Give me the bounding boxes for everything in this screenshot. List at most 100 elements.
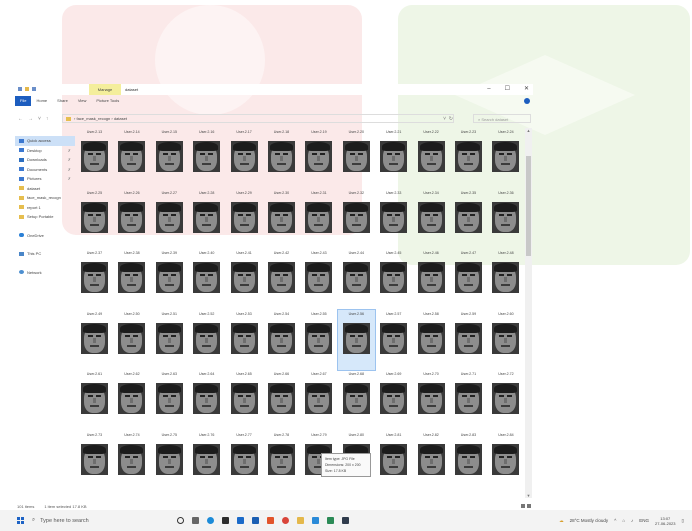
- file-thumbnail[interactable]: User.2.71: [450, 370, 487, 430]
- file-thumbnail[interactable]: [413, 491, 450, 500]
- nav-desktop[interactable]: Desktop ✗: [15, 146, 75, 156]
- breadcrumb-face-mask[interactable]: face_mask_recogn: [76, 116, 110, 121]
- up-arrow-icon[interactable]: ↑: [46, 116, 49, 122]
- file-thumbnail[interactable]: User.2.14: [113, 128, 150, 188]
- task-view-icon[interactable]: [192, 517, 199, 524]
- file-thumbnail[interactable]: User.2.59: [450, 310, 487, 370]
- file-thumbnail[interactable]: User.2.65: [226, 370, 263, 430]
- file-thumbnail[interactable]: User.2.18: [263, 128, 300, 188]
- vertical-scrollbar[interactable]: ▲ ▼: [525, 128, 532, 498]
- file-thumbnail[interactable]: [76, 491, 113, 500]
- file-thumbnail[interactable]: User.2.62: [113, 370, 150, 430]
- taskbar-search[interactable]: ⌕ Type here to search: [30, 514, 152, 527]
- file-thumbnail[interactable]: User.2.78: [263, 431, 300, 491]
- file-thumbnail[interactable]: User.2.38: [113, 249, 150, 309]
- file-thumbnail[interactable]: User.2.26: [113, 189, 150, 249]
- file-thumbnail[interactable]: User.2.35: [450, 189, 487, 249]
- nav-this-pc[interactable]: This PC: [15, 249, 75, 259]
- tab-view[interactable]: View: [73, 96, 92, 106]
- file-thumbnail[interactable]: [113, 491, 150, 500]
- file-thumbnail[interactable]: User.2.55: [300, 310, 337, 370]
- file-thumbnail[interactable]: User.2.75: [151, 431, 188, 491]
- file-thumbnail[interactable]: User.2.66: [263, 370, 300, 430]
- cortana-icon[interactable]: [177, 517, 184, 524]
- forward-arrow-icon[interactable]: →: [28, 116, 33, 122]
- file-thumbnail[interactable]: User.2.68: [338, 370, 375, 430]
- maximize-button[interactable]: ☐: [505, 84, 510, 95]
- tray-expand-icon[interactable]: ^: [614, 518, 616, 523]
- scrollbar-thumb[interactable]: [526, 156, 531, 256]
- explorer-icon[interactable]: [297, 517, 304, 524]
- file-thumbnail[interactable]: User.2.22: [413, 128, 450, 188]
- file-thumbnail[interactable]: User.2.64: [188, 370, 225, 430]
- file-thumbnail[interactable]: User.2.47: [450, 249, 487, 309]
- file-thumbnail[interactable]: User.2.52: [188, 310, 225, 370]
- qa-dropdown-icon[interactable]: [32, 87, 36, 91]
- file-thumbnail[interactable]: User.2.29: [226, 189, 263, 249]
- file-thumbnail[interactable]: User.2.74: [113, 431, 150, 491]
- file-thumbnail[interactable]: User.2.17: [226, 128, 263, 188]
- file-thumbnail[interactable]: User.2.70: [413, 370, 450, 430]
- file-thumbnail[interactable]: User.2.54: [263, 310, 300, 370]
- nav-face-mask[interactable]: face_mask_recogn: [15, 193, 75, 203]
- nav-quick-access[interactable]: Quick access: [15, 136, 75, 146]
- file-thumbnail[interactable]: User.2.76: [188, 431, 225, 491]
- file-thumbnail[interactable]: User.2.25: [76, 189, 113, 249]
- recent-dropdown-icon[interactable]: ˅: [38, 116, 41, 122]
- file-thumbnail[interactable]: User.2.61: [76, 370, 113, 430]
- edge-icon[interactable]: [207, 517, 214, 524]
- file-thumbnail[interactable]: User.2.60: [487, 310, 524, 370]
- nav-downloads[interactable]: Downloads ✗: [15, 155, 75, 165]
- app-icon[interactable]: [327, 517, 334, 524]
- file-thumbnail[interactable]: User.2.72: [487, 370, 524, 430]
- file-thumbnail[interactable]: User.2.67: [300, 370, 337, 430]
- file-thumbnail[interactable]: User.2.19: [300, 128, 337, 188]
- file-thumbnail[interactable]: User.2.63: [151, 370, 188, 430]
- nav-onedrive[interactable]: OneDrive: [15, 231, 75, 241]
- file-thumbnail[interactable]: [188, 491, 225, 500]
- tab-picture-tools[interactable]: Picture Tools: [91, 96, 124, 106]
- file-thumbnail[interactable]: [450, 491, 487, 500]
- file-thumbnail[interactable]: User.2.56: [336, 308, 376, 371]
- file-thumbnail[interactable]: User.2.83: [450, 431, 487, 491]
- file-thumbnail[interactable]: User.2.20: [338, 128, 375, 188]
- file-thumbnail[interactable]: User.2.31: [300, 189, 337, 249]
- file-thumbnail[interactable]: User.2.30: [263, 189, 300, 249]
- file-thumbnail[interactable]: User.2.21: [375, 128, 412, 188]
- file-thumbnail[interactable]: User.2.15: [151, 128, 188, 188]
- file-thumbnail[interactable]: User.2.49: [76, 310, 113, 370]
- file-thumbnail[interactable]: User.2.28: [188, 189, 225, 249]
- manage-tab[interactable]: Manage: [89, 84, 121, 95]
- file-thumbnail[interactable]: User.2.44: [338, 249, 375, 309]
- close-button[interactable]: ✕: [524, 84, 529, 95]
- file-thumbnail[interactable]: User.2.69: [375, 370, 412, 430]
- file-thumbnail[interactable]: User.2.81: [375, 431, 412, 491]
- file-thumbnail[interactable]: User.2.23: [450, 128, 487, 188]
- language-indicator[interactable]: ENG: [639, 518, 649, 523]
- file-thumbnail[interactable]: User.2.37: [76, 249, 113, 309]
- file-thumbnail[interactable]: User.2.57: [375, 310, 412, 370]
- file-thumbnail[interactable]: [263, 491, 300, 500]
- file-thumbnail[interactable]: [338, 491, 375, 500]
- back-arrow-icon[interactable]: ←: [18, 116, 23, 122]
- weather-text[interactable]: 28°C Mostly cloudy: [570, 518, 609, 523]
- tab-home[interactable]: Home: [31, 96, 52, 106]
- terminal-icon[interactable]: [342, 517, 349, 524]
- file-thumbnail[interactable]: User.2.32: [338, 189, 375, 249]
- file-thumbnail[interactable]: User.2.50: [113, 310, 150, 370]
- office-icon[interactable]: [267, 517, 274, 524]
- file-thumbnail[interactable]: User.2.27: [151, 189, 188, 249]
- tab-share[interactable]: Share: [52, 96, 73, 106]
- file-thumbnail[interactable]: [226, 491, 263, 500]
- tab-file[interactable]: File: [15, 96, 32, 106]
- file-thumbnail[interactable]: User.2.41: [226, 249, 263, 309]
- volume-icon[interactable]: ♪: [631, 518, 633, 523]
- properties-icon[interactable]: [18, 87, 22, 91]
- nav-setup-portable[interactable]: Setup Portable: [15, 212, 75, 222]
- nav-pictures[interactable]: Pictures ✗: [15, 174, 75, 184]
- file-thumbnail[interactable]: User.2.24: [487, 128, 524, 188]
- file-thumbnail[interactable]: User.2.13: [76, 128, 113, 188]
- chrome-icon[interactable]: [282, 517, 289, 524]
- clock[interactable]: 13:07 27-06-2023: [655, 516, 675, 526]
- nav-report[interactable]: report 1: [15, 203, 75, 213]
